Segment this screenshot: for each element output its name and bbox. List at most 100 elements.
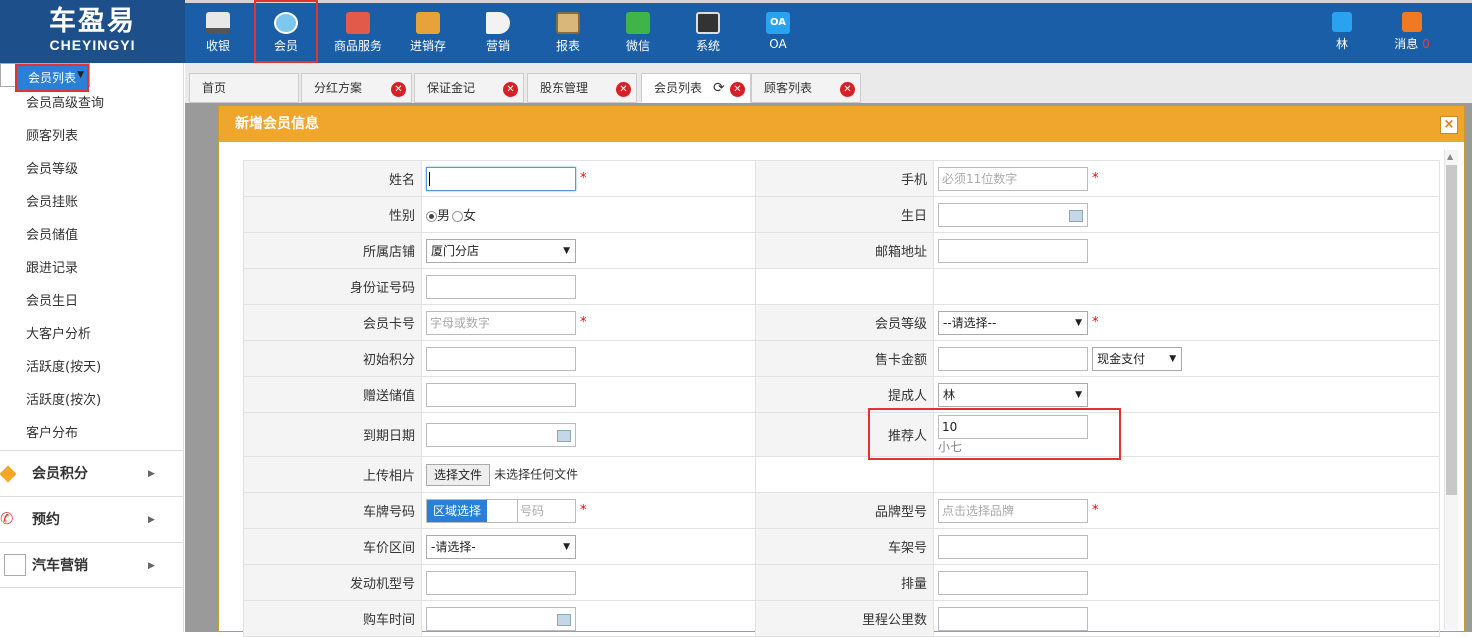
buy-date-input[interactable] — [426, 606, 576, 631]
mileage-input[interactable] — [938, 606, 1088, 631]
sale-amount-input[interactable] — [938, 346, 1088, 371]
email-input[interactable] — [938, 238, 1088, 263]
nav-report[interactable]: 报表 — [536, 0, 600, 63]
close-tab-icon[interactable]: ✕ — [391, 82, 406, 97]
displacement-input[interactable] — [938, 570, 1088, 595]
nav-label: 系统 — [695, 39, 720, 53]
tab-dividend[interactable]: 分红方案 ✕ — [301, 73, 412, 103]
email-label: 邮箱地址 — [755, 232, 934, 269]
report-icon — [556, 12, 580, 34]
sidebar-group-appointment[interactable]: ✆ 预约 ▶ — [0, 496, 183, 542]
price-label: 车价区间 — [243, 528, 422, 565]
file-status: 未选择任何文件 — [494, 467, 579, 481]
sidebar-item-member-deposit[interactable]: 会员储值 — [0, 219, 183, 252]
sidebar-item-activity-count[interactable]: 活跃度(按次) — [0, 384, 183, 417]
tab-member-list[interactable]: 会员列表 ⟳ ✕ — [641, 73, 751, 103]
name-input[interactable] — [426, 166, 576, 191]
plate-input[interactable]: 区域选择 号码 — [426, 498, 576, 523]
tab-deposit[interactable]: 保证金记 ✕ — [414, 73, 524, 103]
expire-date-input[interactable] — [426, 422, 576, 447]
sidebar-item-member-list[interactable]: 会员列表 — [0, 63, 91, 92]
sidebar-group-label: 预约 — [32, 512, 60, 528]
pay-method-select[interactable]: 现金支付 — [1092, 346, 1183, 371]
phone-input[interactable]: 必须11位数字 — [938, 166, 1088, 191]
store-select[interactable]: 厦门分店 — [426, 238, 576, 263]
birthday-input[interactable] — [938, 202, 1088, 227]
dialog-scrollbar[interactable]: ▲ — [1444, 150, 1458, 630]
price-select[interactable]: -请选择- — [426, 534, 576, 559]
idcard-input[interactable] — [426, 274, 576, 299]
scrollbar-thumb[interactable] — [1446, 165, 1457, 495]
sidebar-item-customer-list[interactable]: 顾客列表 — [0, 120, 183, 153]
messages-button[interactable]: 消息 0 — [1380, 0, 1444, 63]
top-navbar: 车盈易 CHEYINGYI 收银 会员 商品服务 进销存 营销 报表 微信 系统… — [0, 0, 1472, 63]
phone-label: 手机 — [755, 160, 934, 197]
required-mark: * — [1092, 315, 1099, 330]
buy-date-label: 购车时间 — [243, 600, 422, 637]
user-menu[interactable]: 林 — [1310, 0, 1374, 63]
nav-member[interactable]: 会员 — [254, 0, 318, 63]
gender-female-label: 女 — [463, 209, 477, 224]
gift-input[interactable] — [426, 382, 576, 407]
required-mark: * — [1092, 503, 1099, 518]
nav-label: 会员 — [273, 39, 298, 53]
oa-icon: OA — [766, 12, 790, 34]
tab-customer-list[interactable]: 顾客列表 ✕ — [751, 73, 861, 103]
sidebar-group-points[interactable]: 会员积分 ▶ — [0, 450, 183, 496]
engine-label: 发动机型号 — [243, 564, 422, 601]
scroll-up-icon[interactable]: ▲ — [1447, 152, 1453, 161]
sidebar-item-birthday[interactable]: 会员生日 — [0, 285, 183, 318]
logo: 车盈易 CHEYINGYI — [0, 0, 185, 63]
nav-inventory[interactable]: 进销存 — [396, 0, 460, 63]
sidebar-group-car-marketing[interactable]: 汽车营销 ▶ — [0, 542, 183, 588]
nav-wechat[interactable]: 微信 — [606, 0, 670, 63]
plate-label: 车牌号码 — [243, 492, 422, 529]
refresh-icon[interactable]: ⟳ — [713, 74, 725, 102]
choose-file-button[interactable]: 选择文件 — [426, 463, 491, 486]
gender-male-radio[interactable] — [426, 211, 437, 222]
required-mark: * — [1092, 171, 1099, 186]
close-tab-icon[interactable]: ✕ — [730, 82, 745, 97]
sidebar-item-followup[interactable]: 跟进记录 — [0, 252, 183, 285]
gender-female-radio[interactable] — [452, 211, 464, 222]
close-tab-icon[interactable]: ✕ — [840, 82, 855, 97]
close-icon[interactable]: × — [1440, 116, 1458, 134]
nav-goods[interactable]: 商品服务 — [326, 0, 390, 63]
brand-input[interactable]: 点击选择品牌 — [938, 498, 1088, 523]
sidebar-item-member-level[interactable]: 会员等级 — [0, 153, 183, 186]
sidebar-item-member-credit[interactable]: 会员挂账 — [0, 186, 183, 219]
nav-label: 微信 — [625, 39, 650, 53]
nav-system[interactable]: 系统 — [676, 0, 740, 63]
tab-bar: 首页 分红方案 ✕ 保证金记 ✕ 股东管理 ✕ 会员列表 ⟳ ✕ 顾客列表 ✕ — [185, 73, 1472, 103]
sidebar-item-distribution[interactable]: 客户分布 — [0, 417, 183, 450]
nav-label: 商品服务 — [333, 39, 382, 53]
sidebar: 会员列表 会员高级查询 顾客列表 会员等级 会员挂账 会员储值 跟进记录 会员生… — [0, 63, 184, 632]
inventory-icon — [416, 12, 440, 34]
points-input[interactable] — [426, 346, 576, 371]
close-tab-icon[interactable]: ✕ — [503, 82, 518, 97]
nav-label: OA — [769, 37, 787, 51]
card-input[interactable]: 字母或数字 — [426, 310, 576, 335]
messages-label: 消息 — [1394, 37, 1419, 51]
level-select[interactable]: --请选择-- — [938, 310, 1088, 335]
nav-cashier[interactable]: 收银 — [186, 0, 250, 63]
points-label: 初始积分 — [243, 340, 422, 377]
region-select-button[interactable]: 区域选择 — [427, 499, 487, 522]
tab-shareholder[interactable]: 股东管理 ✕ — [527, 73, 637, 103]
gender-label: 性别 — [243, 196, 422, 233]
nav-marketing[interactable]: 营销 — [466, 0, 530, 63]
tab-home[interactable]: 首页 — [189, 73, 299, 103]
sidebar-item-vip-analysis[interactable]: 大客户分析 — [0, 318, 183, 351]
close-tab-icon[interactable]: ✕ — [616, 82, 631, 97]
engine-input[interactable] — [426, 570, 576, 595]
nav-oa[interactable]: OA OA — [746, 0, 810, 63]
sidebar-item-activity-day[interactable]: 活跃度(按天) — [0, 351, 183, 384]
name-label: 姓名 — [243, 160, 422, 197]
vin-label: 车架号 — [755, 528, 934, 565]
level-label: 会员等级 — [755, 304, 934, 341]
car-icon — [4, 554, 26, 576]
promoter-select[interactable]: 林 — [938, 382, 1088, 407]
required-mark: * — [580, 315, 587, 330]
monitor-icon — [696, 12, 720, 34]
vin-input[interactable] — [938, 534, 1088, 559]
